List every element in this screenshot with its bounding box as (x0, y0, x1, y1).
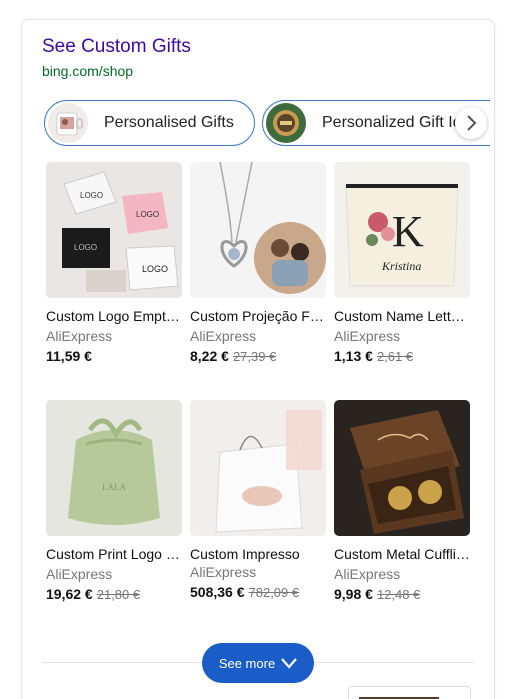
box-logo-text: LOGO (142, 264, 168, 274)
box-logo-text: LOGO (74, 243, 97, 252)
product-price: 19,62 €21,80 € (46, 584, 182, 605)
chevron-right-icon (467, 115, 477, 131)
product-card[interactable]: Custom Metal Cufflinks Set, Tie Clip Ali… (334, 400, 470, 605)
source-url: bing.com/shop (42, 63, 134, 79)
product-name[interactable]: Custom Impresso (190, 544, 326, 564)
see-more-label: See more (218, 655, 276, 671)
current-price: 508,36 € (190, 584, 245, 600)
chip-personalised-gifts[interactable]: Personalised Gifts (44, 100, 255, 146)
product-price: 11,59 € (46, 346, 182, 367)
product-seller: AliExpress (46, 328, 113, 344)
product-card[interactable]: K Kristina Custom Name Letters Makeup Ba… (334, 162, 470, 367)
current-price: 11,59 € (46, 348, 92, 364)
see-more-button[interactable]: See more (202, 643, 314, 683)
product-card[interactable]: Custom Impresso AliExpress 508,36 €782,0… (190, 400, 326, 603)
chip-thumbnail (48, 103, 88, 143)
product-image[interactable]: LOGO LOGO LOGO LOGO (46, 162, 182, 298)
bag-letter-text: K (392, 207, 424, 256)
carousel-next-button[interactable] (455, 107, 487, 139)
preview-image (359, 697, 439, 699)
product-price: 9,98 €12,48 € (334, 584, 470, 605)
old-price: 27,39 € (232, 349, 277, 364)
product-name[interactable]: Custom Logo Empty Jewelry Box Packaging (46, 306, 182, 326)
bag-name-text: Kristina (381, 259, 421, 273)
product-seller: AliExpress (334, 566, 401, 582)
product-image[interactable]: LALA (46, 400, 182, 536)
box-logo-text: LOGO (136, 210, 159, 219)
product-seller: AliExpress (334, 328, 401, 344)
old-price: 12,48 € (376, 587, 421, 602)
box-logo-text: LOGO (80, 191, 103, 200)
product-price: 508,36 €782,09 € (190, 582, 326, 603)
product-image[interactable] (334, 400, 470, 536)
product-name[interactable]: Custom Print Logo Satin Jóias Embalagem (46, 544, 182, 564)
next-card-preview (348, 686, 471, 699)
product-image[interactable] (190, 162, 326, 298)
product-seller: AliExpress (190, 328, 257, 344)
current-price: 19,62 € (46, 586, 93, 602)
product-card[interactable]: LALA Custom Print Logo Satin Jóias Embal… (46, 400, 182, 605)
product-card[interactable]: Custom Projeção Foto Colar, Personalizad… (190, 162, 326, 367)
product-name[interactable]: Custom Projeção Foto Colar, Personalizad… (190, 306, 326, 326)
current-price: 1,13 € (334, 348, 373, 364)
old-price: 2,61 € (376, 349, 414, 364)
product-card[interactable]: LOGO LOGO LOGO LOGO Custom Logo Empty Je… (46, 162, 182, 367)
chip-carousel: Personalised Gifts Personalized Gift Ide… (44, 100, 490, 146)
product-seller: AliExpress (46, 566, 113, 582)
card-title-link[interactable]: See Custom Gifts (42, 36, 191, 58)
chevron-down-icon (281, 658, 298, 669)
old-price: 21,80 € (96, 587, 141, 602)
product-name[interactable]: Custom Name Letters Makeup Bag (334, 306, 470, 326)
product-price: 8,22 €27,39 € (190, 346, 326, 367)
chip-label: Personalised Gifts (104, 114, 234, 131)
pouch-text: LALA (102, 482, 126, 492)
chip-thumbnail (266, 103, 306, 143)
product-seller: AliExpress (190, 564, 257, 580)
old-price: 782,09 € (248, 585, 300, 600)
product-price: 1,13 €2,61 € (334, 346, 470, 367)
product-image[interactable] (190, 400, 326, 536)
product-name[interactable]: Custom Metal Cufflinks Set, Tie Clip (334, 544, 470, 564)
current-price: 9,98 € (334, 586, 373, 602)
current-price: 8,22 € (190, 348, 229, 364)
product-image[interactable]: K Kristina (334, 162, 470, 298)
